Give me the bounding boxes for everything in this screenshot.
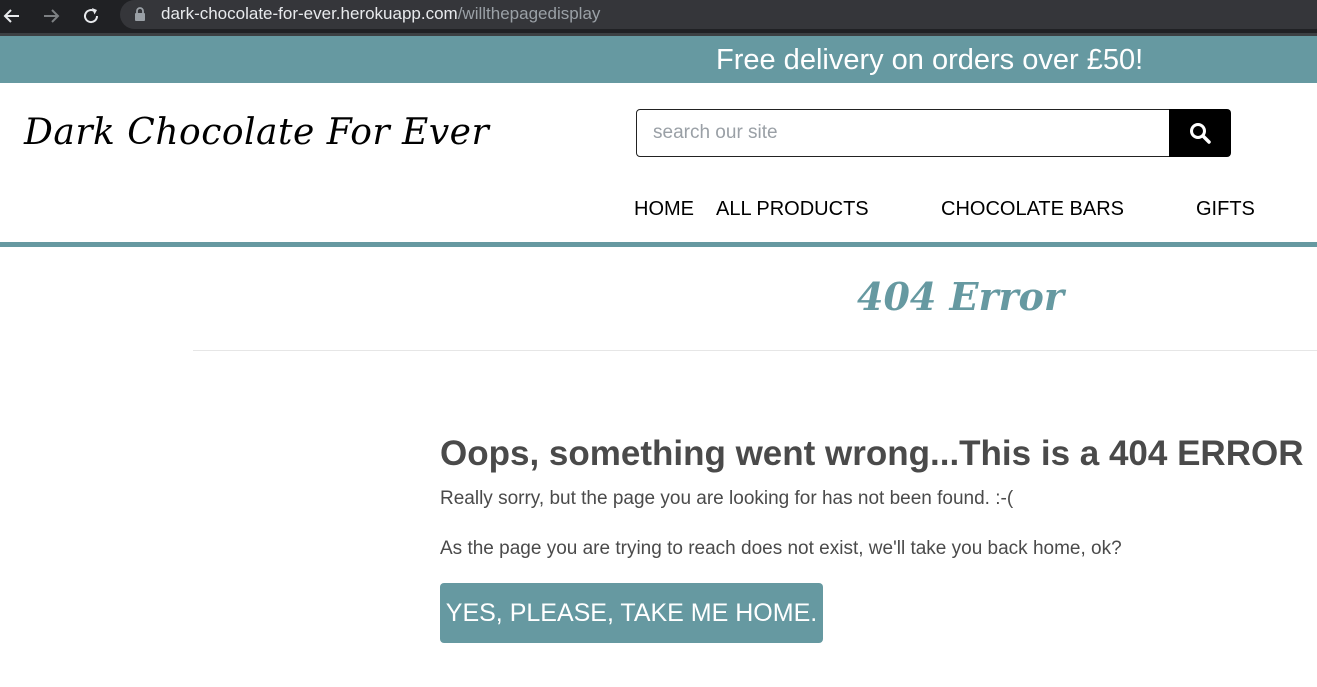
reload-button[interactable] bbox=[78, 3, 104, 29]
search-button[interactable] bbox=[1169, 109, 1231, 157]
search-icon bbox=[1190, 123, 1211, 144]
address-bar[interactable]: dark-chocolate-for-ever.herokuapp.com/wi… bbox=[120, 0, 1317, 29]
search-input[interactable] bbox=[636, 109, 1172, 157]
page-title: 404 Error bbox=[857, 274, 1064, 319]
browser-toolbar: dark-chocolate-for-ever.herokuapp.com/wi… bbox=[0, 0, 1317, 36]
url-text: dark-chocolate-for-ever.herokuapp.com/wi… bbox=[161, 4, 600, 24]
site-logo[interactable]: Dark Chocolate For Ever bbox=[24, 108, 489, 158]
error-message: Really sorry, but the page you are looki… bbox=[440, 488, 1014, 509]
header-divider bbox=[0, 242, 1317, 247]
forward-button[interactable] bbox=[38, 3, 64, 29]
nav-item-chocolate-bars[interactable]: CHOCOLATE BARS bbox=[941, 196, 1124, 222]
nav-item-home[interactable]: HOME bbox=[634, 196, 694, 222]
take-me-home-button[interactable]: YES, PLEASE, TAKE ME HOME. bbox=[440, 583, 823, 643]
back-button[interactable] bbox=[0, 3, 25, 29]
lock-icon bbox=[134, 6, 146, 27]
url-path: /willthepagedisplay bbox=[457, 4, 601, 23]
url-host: dark-chocolate-for-ever.herokuapp.com bbox=[161, 4, 458, 23]
error-headline: Oops, something went wrong...This is a 4… bbox=[440, 434, 1304, 473]
promo-banner-text: Free delivery on orders over £50! bbox=[716, 44, 1144, 76]
nav-item-gifts[interactable]: GIFTS bbox=[1196, 196, 1255, 222]
reload-icon bbox=[84, 8, 99, 24]
arrow-left-icon bbox=[3, 9, 19, 23]
promo-banner: Free delivery on orders over £50! bbox=[0, 36, 1317, 83]
redirect-message: As the page you are trying to reach does… bbox=[440, 538, 1122, 559]
title-divider bbox=[193, 350, 1317, 351]
nav-item-all-products[interactable]: ALL PRODUCTS bbox=[716, 196, 869, 222]
arrow-right-icon bbox=[44, 9, 60, 23]
